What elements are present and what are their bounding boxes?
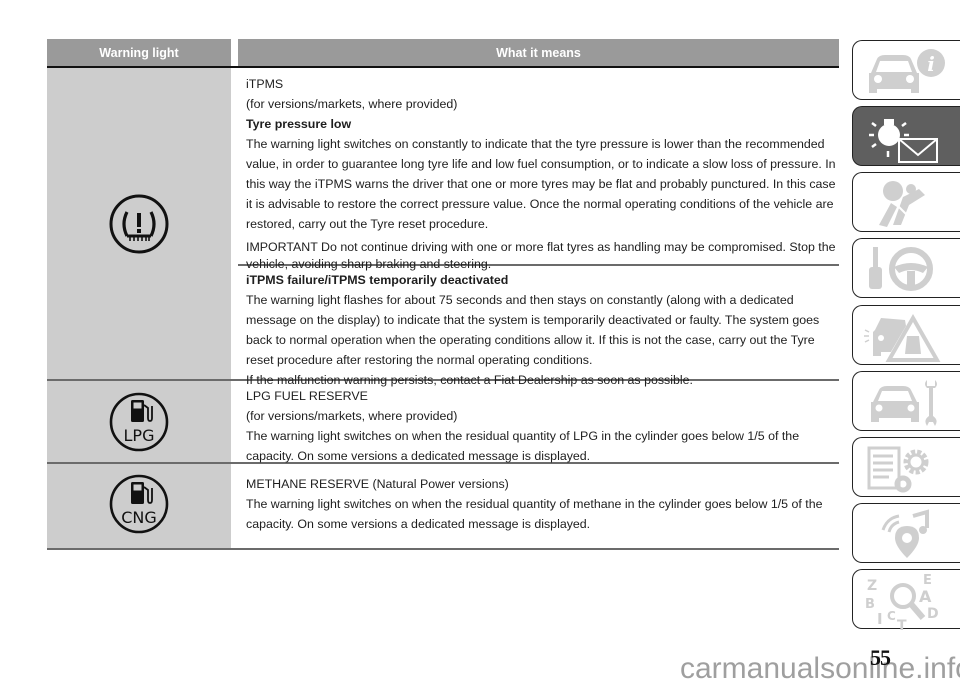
multimedia-icon <box>881 509 929 558</box>
svg-text:D: D <box>927 606 939 622</box>
table-row-icon-itpms <box>47 193 231 255</box>
svg-text:i: i <box>927 52 935 76</box>
tyre-pressure-low-heading: Tyre pressure low <box>246 117 352 131</box>
sidebar-tab-starting-driving[interactable] <box>852 238 960 298</box>
itpms-title: iTPMS <box>246 77 284 91</box>
itpms-failure-heading: iTPMS failure/iTPMS temporarily deactiva… <box>246 273 509 287</box>
table-row-icon-lpg: LPG <box>47 391 231 453</box>
itpms-failure-text: The warning light flashes for about 75 s… <box>246 293 820 367</box>
watermark: carmanualsonline.info <box>680 652 960 685</box>
car-wrench-icon <box>871 380 937 426</box>
svg-text:I: I <box>877 610 883 628</box>
key-steering-wheel-icon <box>869 247 933 291</box>
itpms-availability: (for versions/markets, where provided) <box>246 97 458 111</box>
specifications-gears-icon <box>867 446 929 493</box>
svg-text:E: E <box>923 574 932 588</box>
tyre-pressure-warning-icon <box>109 194 169 254</box>
sidebar-tab-multimedia[interactable] <box>852 503 960 563</box>
lpg-availability: (for versions/markets, where provided) <box>246 409 458 423</box>
methane-text: The warning light switches on when the r… <box>246 497 823 531</box>
table-row-icon-cng: CNG <box>47 473 231 535</box>
lpg-text: The warning light switches on when the r… <box>246 429 800 463</box>
table-bottom-border <box>47 548 839 550</box>
cng-icon-label: CNG <box>121 508 157 527</box>
column-header-warning-light: Warning light <box>47 39 231 66</box>
page-number: 55 <box>870 645 891 670</box>
sidebar-tab-index[interactable]: Z E A B D I C T <box>852 569 960 630</box>
lpg-fuel-icon: LPG <box>109 392 169 452</box>
methane-title: METHANE RESERVE (Natural Power versions) <box>246 477 509 491</box>
svg-text:C: C <box>887 609 896 623</box>
warning-light-message-icon <box>869 119 938 163</box>
sidebar-tab-maintenance[interactable] <box>852 371 960 431</box>
svg-text:A: A <box>919 587 932 606</box>
cng-fuel-icon: CNG <box>109 474 169 534</box>
tyre-pressure-low-text: The warning light switches on constantly… <box>246 137 836 231</box>
sidebar-tab-warning-lights[interactable] <box>852 106 960 166</box>
important-note: IMPORTANT Do not continue driving with o… <box>246 240 836 271</box>
car-info-icon: i <box>869 49 945 93</box>
lpg-description: LPG FUEL RESERVE (for versions/markets, … <box>246 386 836 466</box>
itpms-failure-description: iTPMS failure/iTPMS temporarily deactiva… <box>246 270 836 390</box>
svg-text:B: B <box>865 597 875 612</box>
sidebar-tab-technical-data[interactable] <box>852 437 960 497</box>
itpms-low-description: iTPMS (for versions/markets, where provi… <box>246 74 836 273</box>
car-accident-warning-icon <box>864 313 941 362</box>
svg-text:Z: Z <box>867 578 877 594</box>
lpg-icon-label: LPG <box>124 426 155 445</box>
sidebar-tab-emergency[interactable] <box>852 305 960 365</box>
methane-description: METHANE RESERVE (Natural Power versions)… <box>246 474 836 534</box>
index-search-icon: Z E A B D I C T <box>865 574 939 630</box>
column-header-what-it-means: What it means <box>238 39 839 66</box>
sidebar-tab-car-info[interactable]: i <box>852 40 960 100</box>
lpg-title: LPG FUEL RESERVE <box>246 389 368 403</box>
svg-text:T: T <box>897 618 907 630</box>
sidebar-tab-safety[interactable] <box>852 172 960 232</box>
airbag-seat-icon <box>879 181 925 227</box>
